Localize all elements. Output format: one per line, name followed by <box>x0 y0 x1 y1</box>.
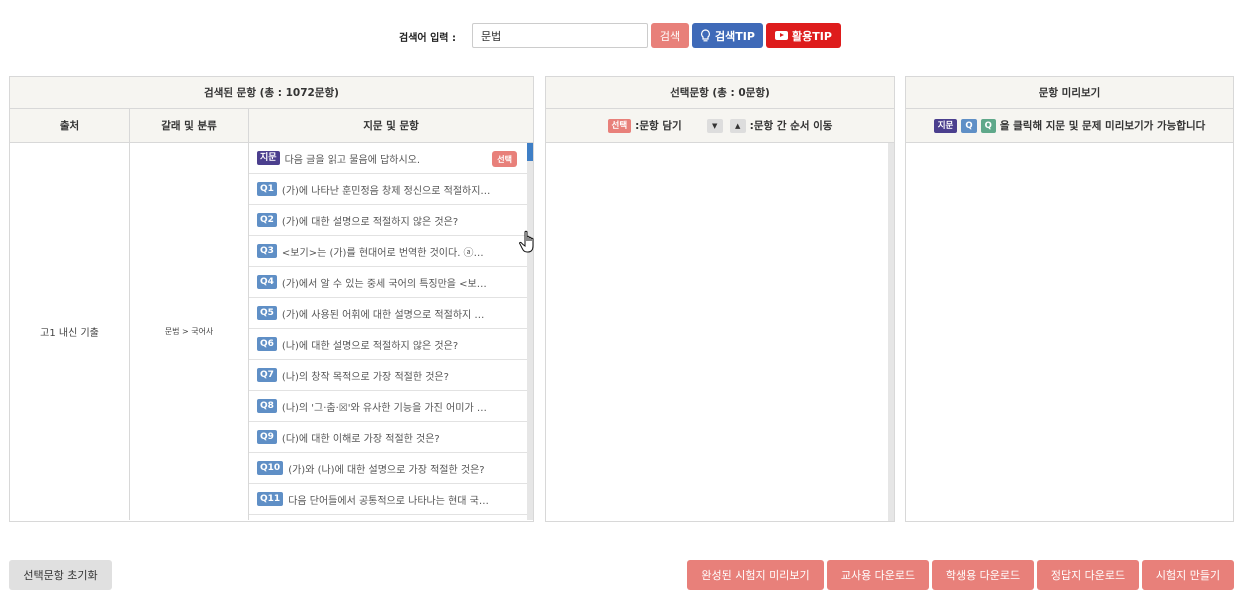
question-number-tag: Q6 <box>257 337 277 351</box>
use-tip-button[interactable]: 활용TIP <box>766 23 841 48</box>
selected-list[interactable] <box>546 143 894 521</box>
preview-hint: 지문 Q Q 을 클릭해 지문 및 문제 미리보기가 가능합니다 <box>906 109 1233 143</box>
question-number-tag: Q10 <box>257 461 284 475</box>
category-cell: 문법 > 국어사 <box>130 143 249 520</box>
list-item[interactable]: Q3 <보기>는 (가)를 현대어로 번역한 것이다. ⓐ~ⓔ… <box>249 236 527 267</box>
search-tip-button[interactable]: 검색TIP <box>692 23 763 48</box>
question-list-scrollbar[interactable] <box>527 143 533 520</box>
select-tag: 선택 <box>607 118 632 133</box>
search-button-label: 검색 <box>659 29 681 43</box>
search-button[interactable]: 검색 <box>651 23 689 48</box>
list-item[interactable]: Q7 (나)의 창작 목적으로 가장 적절한 것은? <box>249 360 527 391</box>
search-bar: 검색어 입력 : 검색 검색TIP 활용TIP <box>0 22 1240 50</box>
student-download-button[interactable]: 학생용 다운로드 <box>932 560 1034 590</box>
preview-title: 문항 미리보기 <box>906 77 1233 109</box>
preview-hint-text: 을 클릭해 지문 및 문제 미리보기가 가능합니다 <box>999 120 1206 132</box>
search-input[interactable] <box>472 23 648 48</box>
move-up-icon: ▲ <box>729 118 746 133</box>
question-text: (가)와 (나)에 대한 설명으로 가장 적절한 것은? <box>288 464 485 476</box>
search-tip-label: 검색TIP <box>715 29 755 43</box>
preview-exam-button[interactable]: 완성된 시험지 미리보기 <box>687 560 824 590</box>
results-panel: 검색된 문항 (총 : 1072문항) 출처 갈래 및 분류 지문 및 문항 고… <box>9 76 534 522</box>
hand-cursor-icon <box>519 230 534 253</box>
question-list: 지문 다음 글을 읽고 물음에 답하시오. 선택 Q1 (가)에 나타난 훈민정음 창제… <box>249 143 527 515</box>
selected-legend: 선택 :문항 담기 ▼ ▲ :문항 간 순서 이동 <box>546 109 894 143</box>
list-item[interactable]: Q8 (나)의 '그·춤·☒'와 유사한 기능을 가진 어미가 … <box>249 391 527 422</box>
question-text: (가)에 나타난 훈민정음 창제 정신으로 적절하지 … <box>281 185 492 197</box>
list-item[interactable]: Q10 (가)와 (나)에 대한 설명으로 가장 적절한 것은? <box>249 453 527 484</box>
answer-download-button[interactable]: 정답지 다운로드 <box>1037 560 1139 590</box>
list-item[interactable]: Q1 (가)에 나타난 훈민정음 창제 정신으로 적절하지 … <box>249 174 527 205</box>
question-number-tag: Q8 <box>257 399 277 413</box>
question-list-container: 지문 다음 글을 읽고 물음에 답하시오. 선택 Q1 (가)에 나타난 훈민정음 창제… <box>249 143 533 520</box>
lightbulb-icon <box>701 29 710 42</box>
question-text: (나)의 '그·춤·☒'와 유사한 기능을 가진 어미가 … <box>281 402 487 414</box>
search-label: 검색어 입력 : <box>399 33 456 44</box>
list-item[interactable]: 지문 다음 글을 읽고 물음에 답하시오. 선택 <box>249 143 527 174</box>
jimun-tag: 지문 <box>933 118 958 133</box>
question-number-tag: Q7 <box>257 368 277 382</box>
question-number-tag: Q1 <box>257 182 277 196</box>
selected-panel: 선택문항 (총 : 0문항) 선택 :문항 담기 ▼ ▲ :문항 간 순서 이동 <box>545 76 895 522</box>
question-text: (가)에서 알 수 있는 중세 국어의 특징만을 <보기… <box>281 278 492 290</box>
question-number-tag: Q9 <box>257 430 277 444</box>
question-number-tag: Q11 <box>257 492 284 506</box>
question-text: 다음 글을 읽고 물음에 답하시오. <box>284 154 421 166</box>
select-button[interactable]: 선택 <box>492 151 517 167</box>
use-tip-label: 활용TIP <box>792 29 832 43</box>
selected-list-scrollbar[interactable] <box>888 143 894 521</box>
list-item[interactable]: Q5 (가)에 사용된 어휘에 대한 설명으로 적절하지 않… <box>249 298 527 329</box>
results-body: 고1 내신 기출 문법 > 국어사 지문 다음 글을 읽고 물음에 답하시오. 선택… <box>10 143 533 520</box>
question-text: (다)에 대한 이해로 가장 적절한 것은? <box>281 433 440 445</box>
question-text: 다음 단어들에서 공통적으로 나타나는 현대 국… <box>288 495 489 507</box>
q-tag-blue: Q <box>961 118 977 133</box>
question-text: (나)에 대한 설명으로 적절하지 않은 것은? <box>281 340 459 352</box>
column-category: 갈래 및 분류 <box>130 109 249 142</box>
list-item[interactable]: Q11 다음 단어들에서 공통적으로 나타나는 현대 국… <box>249 484 527 515</box>
column-question: 지문 및 문항 <box>363 120 419 132</box>
source-cell: 고1 내신 기출 <box>10 143 130 520</box>
move-down-icon: ▼ <box>706 118 723 133</box>
teacher-download-button[interactable]: 교사용 다운로드 <box>827 560 929 590</box>
question-text: (나)의 창작 목적으로 가장 적절한 것은? <box>281 371 449 383</box>
results-columns: 출처 갈래 및 분류 지문 및 문항 <box>10 109 533 143</box>
jimun-tag: 지문 <box>257 151 280 165</box>
question-text: (가)에 사용된 어휘에 대한 설명으로 적절하지 않… <box>281 309 492 321</box>
question-text: (가)에 대한 설명으로 적절하지 않은 것은? <box>281 216 459 228</box>
question-text: <보기>는 (가)를 현대어로 번역한 것이다. ⓐ~ⓔ… <box>281 247 492 259</box>
question-number-tag: Q5 <box>257 306 277 320</box>
make-exam-button[interactable]: 시험지 만들기 <box>1142 560 1234 590</box>
question-number-tag: Q4 <box>257 275 277 289</box>
move-order-label: :문항 간 순서 이동 <box>749 120 833 132</box>
scrollbar-thumb[interactable] <box>527 143 533 161</box>
preview-area <box>906 143 1233 521</box>
list-item[interactable]: Q2 (가)에 대한 설명으로 적절하지 않은 것은? <box>249 205 527 236</box>
reset-selection-button[interactable]: 선택문항 초기화 <box>9 560 112 590</box>
preview-panel: 문항 미리보기 지문 Q Q 을 클릭해 지문 및 문제 미리보기가 가능합니다 <box>905 76 1234 522</box>
results-title: 검색된 문항 (총 : 1072문항) <box>10 77 533 109</box>
selected-title: 선택문항 (총 : 0문항) <box>546 77 894 109</box>
column-source: 출처 <box>10 109 130 142</box>
youtube-icon <box>775 31 789 40</box>
q-tag-green: Q <box>980 118 996 133</box>
list-item[interactable]: Q6 (나)에 대한 설명으로 적절하지 않은 것은? <box>249 329 527 360</box>
question-number-tag: Q3 <box>257 244 277 258</box>
list-item[interactable]: Q4 (가)에서 알 수 있는 중세 국어의 특징만을 <보기… <box>249 267 527 298</box>
add-question-label: :문항 담기 <box>635 120 682 132</box>
question-number-tag: Q2 <box>257 213 277 227</box>
list-item[interactable]: Q9 (다)에 대한 이해로 가장 적절한 것은? <box>249 422 527 453</box>
